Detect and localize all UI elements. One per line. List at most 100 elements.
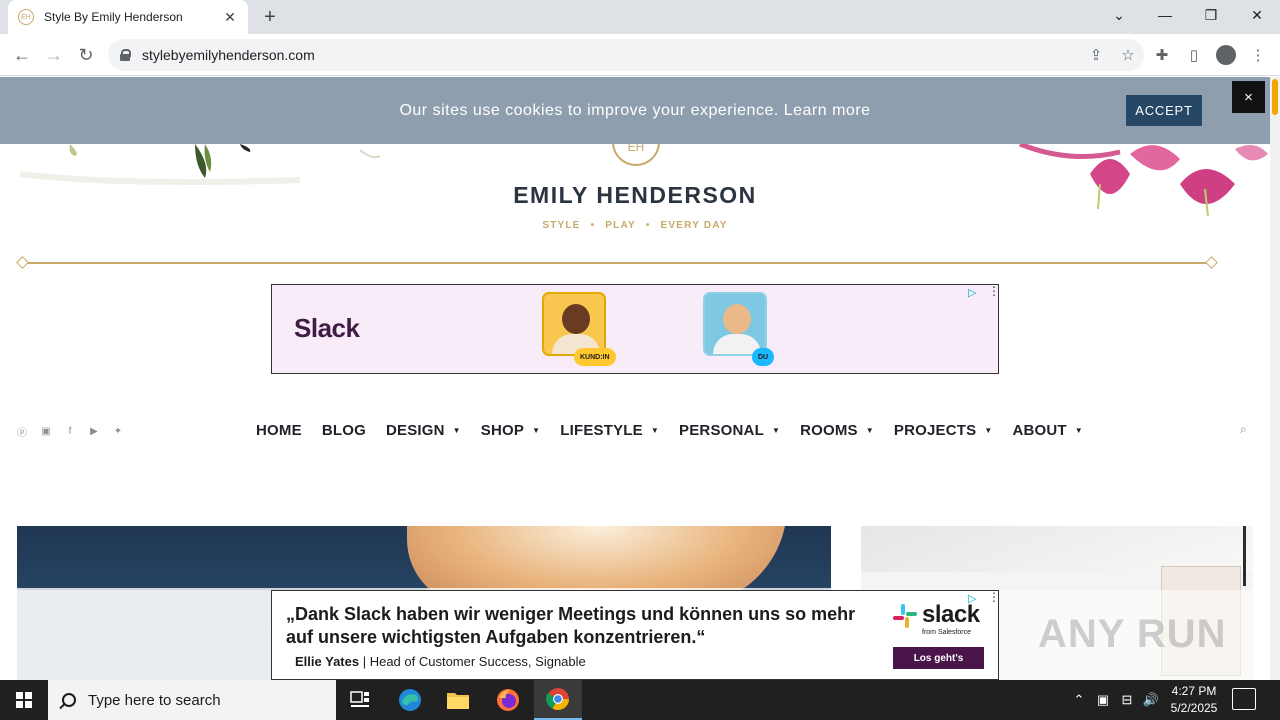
clock-date: 5/2/2025: [1170, 701, 1218, 715]
ad-avatar-you: [703, 292, 767, 356]
tagline-word: STYLE: [542, 220, 581, 231]
share-icon[interactable]: ⇪: [1080, 39, 1112, 71]
forward-arrow-icon[interactable]: →: [41, 42, 67, 68]
ad-author: Ellie Yates | Head of Customer Success, …: [295, 654, 586, 669]
slack-banner-ad-bottom[interactable]: „Dank Slack haben wir weniger Meetings u…: [271, 590, 1000, 680]
windows-logo-icon: [16, 692, 32, 708]
twitter-icon[interactable]: ✦: [112, 425, 124, 437]
cookie-banner: Our sites use cookies to improve your ex…: [0, 77, 1270, 144]
tray-chevron-up-icon[interactable]: ⌃: [1068, 680, 1090, 720]
restore-icon[interactable]: ❐: [1188, 0, 1234, 30]
nav-item-personal[interactable]: PERSONAL ▼: [679, 422, 780, 439]
windows-taskbar: Type here to search ⌃ ▣ ⊟ 🔊 4:27 PM 5/2/…: [0, 680, 1280, 720]
meet-now-icon[interactable]: ▣: [1092, 680, 1114, 720]
site-header: EH EMILY HENDERSON STYLE • PLAY • EVERY DAY: [0, 138, 1270, 244]
ad-avatar-customer: [542, 292, 606, 356]
divider-diamond-icon: [1205, 256, 1218, 269]
caret-down-icon: ▼: [1074, 425, 1083, 435]
search-icon: [62, 693, 76, 707]
edge-browser-icon[interactable]: [386, 680, 434, 720]
tab-search-chevron-icon[interactable]: ⌄: [1096, 0, 1142, 30]
network-icon[interactable]: ⊟: [1116, 680, 1138, 720]
nav-item-projects[interactable]: PROJECTS ▼: [894, 422, 993, 439]
reload-icon[interactable]: ↻: [73, 42, 99, 68]
browser-tab[interactable]: EH Style By Emily Henderson ✕: [8, 0, 248, 34]
browser-tab-bar: EH Style By Emily Henderson ✕ + ⌄ — ❐ ✕: [0, 0, 1280, 34]
minimize-icon[interactable]: —: [1142, 0, 1188, 30]
youtube-icon[interactable]: ▶: [88, 425, 100, 437]
taskbar-clock[interactable]: 4:27 PM 5/2/2025: [1162, 683, 1226, 717]
tagline-word: PLAY: [605, 220, 636, 231]
extensions-puzzle-icon[interactable]: ✚: [1149, 42, 1175, 68]
adchoices-icon[interactable]: ▷: [968, 593, 980, 605]
page-scrollbar[interactable]: [1270, 77, 1280, 680]
tagline-word: EVERY DAY: [660, 220, 728, 231]
back-arrow-icon[interactable]: ←: [9, 42, 35, 68]
adchoices-icon[interactable]: ▷: [968, 287, 980, 299]
web-page: Our sites use cookies to improve your ex…: [0, 77, 1270, 680]
nav-item-design[interactable]: DESIGN ▼: [386, 422, 461, 439]
post-shape: [1243, 526, 1246, 586]
lock-icon[interactable]: [120, 49, 131, 61]
side-panel-icon[interactable]: ▯: [1181, 42, 1207, 68]
slack-banner-ad-top[interactable]: Slack KUND:IN DU ▷ ⋮: [271, 284, 999, 374]
taskbar-search[interactable]: Type here to search: [48, 680, 336, 720]
start-button[interactable]: [0, 680, 48, 720]
caret-down-icon: ▼: [532, 425, 541, 435]
clock-time: 4:27 PM: [1171, 684, 1217, 698]
cookie-close-button[interactable]: ×: [1232, 81, 1265, 113]
ad-quote: „Dank Slack haben wir weniger Meetings u…: [286, 604, 856, 647]
search-icon[interactable]: ⌕: [1240, 422, 1254, 436]
ad-cta-button[interactable]: Los geht's: [893, 647, 984, 669]
close-window-icon[interactable]: ✕: [1234, 0, 1280, 30]
firefox-icon[interactable]: [484, 680, 532, 720]
nav-item-about[interactable]: ABOUT ▼: [1012, 422, 1082, 439]
divider-diamond-icon: [16, 256, 29, 269]
site-title[interactable]: EMILY HENDERSON: [0, 182, 1270, 209]
address-bar[interactable]: stylebyemilyhenderson.com ⇪ ☆: [108, 39, 1144, 71]
browser-toolbar: ← → ↻ stylebyemilyhenderson.com ⇪ ☆ ✚ ▯ …: [0, 34, 1280, 76]
instagram-icon[interactable]: ▣: [40, 425, 52, 437]
caret-down-icon: ▼: [865, 425, 874, 435]
social-icons: ⓟ ▣ f ▶ ✦: [16, 425, 124, 439]
scrollbar-thumb[interactable]: [1272, 79, 1278, 115]
caret-down-icon: ▼: [984, 425, 993, 435]
site-tagline: STYLE • PLAY • EVERY DAY: [542, 220, 728, 231]
ad-menu-kebab-icon[interactable]: ⋮: [988, 285, 998, 297]
ad-brand-slack: Slack: [294, 313, 360, 343]
caret-down-icon: ▼: [452, 425, 461, 435]
caret-down-icon: ▼: [650, 425, 659, 435]
file-explorer-icon[interactable]: [434, 680, 482, 720]
ad-badge-you: DU: [752, 348, 775, 366]
nav-item-rooms[interactable]: ROOMS ▼: [800, 422, 874, 439]
bookmark-star-icon[interactable]: ☆: [1112, 39, 1144, 71]
site-favicon-icon: EH: [18, 9, 34, 25]
slack-wordmark: slack: [922, 601, 980, 628]
tab-close-icon[interactable]: ✕: [222, 9, 238, 26]
nav-item-blog[interactable]: BLOG: [322, 422, 366, 439]
url-text[interactable]: stylebyemilyhenderson.com: [142, 47, 1080, 63]
nav-item-shop[interactable]: SHOP ▼: [481, 422, 540, 439]
main-navigation: HOME BLOG DESIGN ▼ SHOP ▼ LIFESTYLE ▼ PERSO…: [256, 420, 1103, 440]
browser-menu-kebab-icon[interactable]: ⋮: [1245, 42, 1271, 68]
nav-item-lifestyle[interactable]: LIFESTYLE ▼: [560, 422, 659, 439]
slack-hash-icon: [893, 604, 917, 628]
new-tab-icon[interactable]: +: [258, 5, 282, 29]
ad-menu-kebab-icon[interactable]: ⋮: [988, 591, 1000, 603]
ad-badge-customer: KUND:IN: [574, 348, 616, 366]
chrome-icon[interactable]: [534, 680, 582, 720]
caret-down-icon: ▼: [771, 425, 781, 435]
notification-center-icon[interactable]: [1232, 688, 1256, 710]
taskbar-search-placeholder: Type here to search: [88, 691, 221, 709]
cookie-message[interactable]: Our sites use cookies to improve your ex…: [0, 77, 1270, 144]
cookie-accept-button[interactable]: ACCEPT: [1126, 95, 1202, 126]
nav-item-home[interactable]: HOME: [256, 422, 302, 439]
anyrun-watermark: ANY RUN: [1038, 612, 1227, 656]
profile-avatar-icon[interactable]: [1213, 42, 1239, 68]
slack-logo: slack from Salesforce: [892, 601, 992, 641]
facebook-icon[interactable]: f: [64, 425, 76, 437]
task-view-icon[interactable]: [336, 680, 384, 720]
volume-icon[interactable]: 🔊: [1140, 680, 1162, 720]
pinterest-icon[interactable]: ⓟ: [16, 425, 28, 439]
gold-divider: [16, 256, 1218, 269]
